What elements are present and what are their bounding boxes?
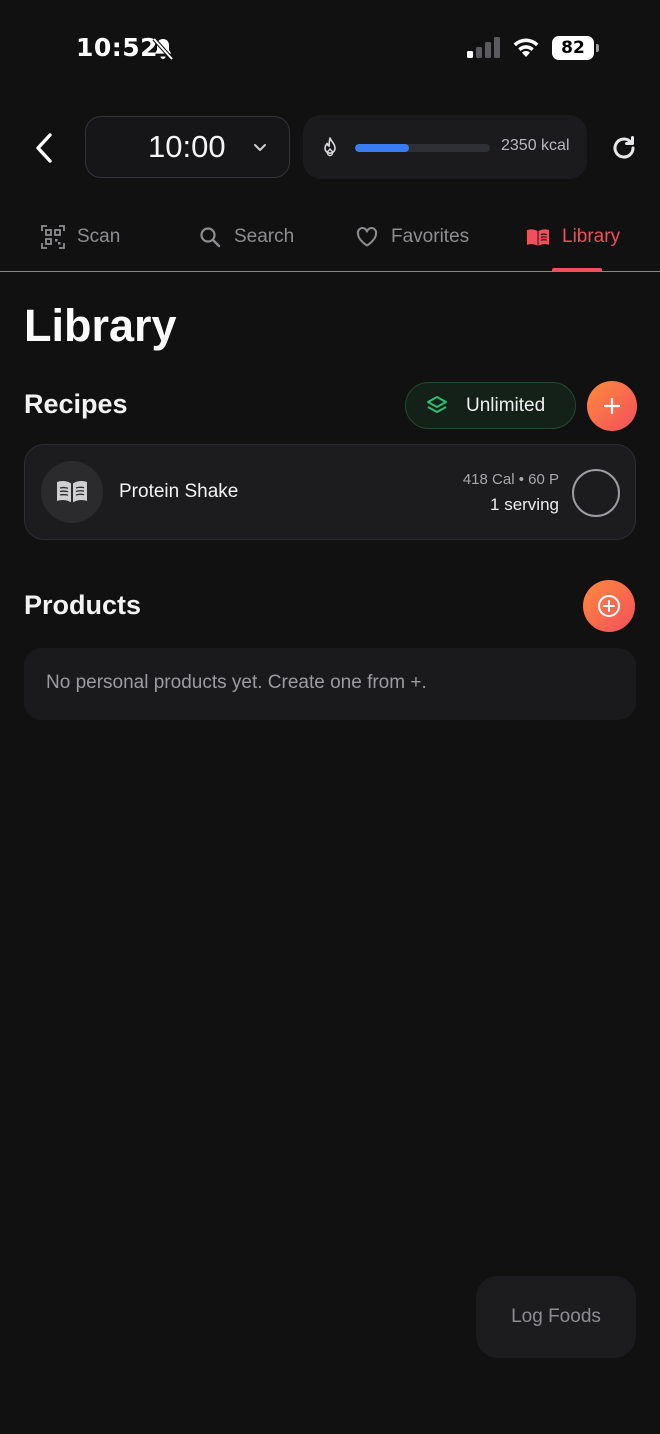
tab-bar: Scan Search Favorites Library [0, 206, 660, 272]
tab-library[interactable]: Library [526, 220, 620, 254]
qr-scan-icon [41, 225, 65, 249]
wifi-icon [513, 38, 539, 57]
add-recipe-button[interactable] [587, 381, 637, 431]
back-button[interactable] [24, 126, 64, 170]
flame-icon [324, 137, 336, 157]
calorie-progress-track [355, 144, 490, 152]
page-title: Library [24, 300, 177, 351]
battery-level: 82 [552, 36, 594, 60]
refresh-icon [613, 136, 635, 159]
recipe-avatar [41, 461, 103, 523]
book-icon [57, 480, 87, 503]
tab-favorites-label: Favorites [391, 226, 470, 247]
tab-library-label: Library [562, 226, 621, 247]
tab-search[interactable]: Search [198, 220, 294, 254]
search-icon [200, 227, 221, 248]
products-section-title: Products [24, 590, 142, 620]
unlimited-badge[interactable]: Unlimited [405, 382, 576, 429]
library-screen: 10:52 82 10:00 2350 kcal Scan Search Fav… [0, 0, 660, 1434]
calorie-progress-pill: 2350 kcal [303, 115, 587, 179]
recipe-name: Protein Shake [119, 481, 239, 502]
bell-muted-icon [152, 37, 174, 61]
add-product-button[interactable] [583, 580, 635, 632]
layers-icon [427, 395, 447, 413]
book-icon [526, 229, 550, 246]
status-time: 10:52 [76, 33, 159, 62]
chevron-down-icon [254, 144, 266, 151]
calorie-target-label: 2350 kcal [501, 137, 570, 154]
battery-indicator: 82 [552, 36, 600, 60]
tab-favorites[interactable]: Favorites [355, 220, 469, 254]
recipe-item-protein-shake[interactable]: Protein Shake 418 Cal • 60 P 1 serving [24, 444, 636, 540]
calorie-progress-fill [355, 144, 409, 152]
plus-icon [603, 397, 621, 415]
heart-icon [356, 227, 378, 247]
products-empty-text: No personal products yet. Create one fro… [46, 672, 427, 693]
battery-tip [596, 44, 599, 52]
tab-scan[interactable]: Scan [41, 220, 120, 254]
active-tab-indicator [552, 268, 602, 272]
recipe-macros: 418 Cal • 60 P [462, 471, 559, 488]
recipe-select-checkbox[interactable] [572, 469, 620, 517]
meal-time-value: 10:00 [148, 129, 226, 164]
meal-time-select[interactable]: 10:00 [85, 116, 290, 178]
tab-search-label: Search [234, 226, 295, 247]
chevron-left-icon [36, 133, 52, 163]
refresh-button[interactable] [606, 130, 642, 166]
tab-scan-label: Scan [77, 226, 121, 247]
products-empty-state: No personal products yet. Create one fro… [24, 648, 636, 720]
recipes-section-title: Recipes [24, 389, 128, 419]
log-foods-button[interactable]: Log Foods [476, 1276, 636, 1358]
recipe-serving: 1 serving [490, 495, 559, 514]
cellular-signal-icon [467, 37, 500, 58]
plus-circle-icon [598, 595, 620, 617]
unlimited-badge-label: Unlimited [466, 394, 546, 416]
